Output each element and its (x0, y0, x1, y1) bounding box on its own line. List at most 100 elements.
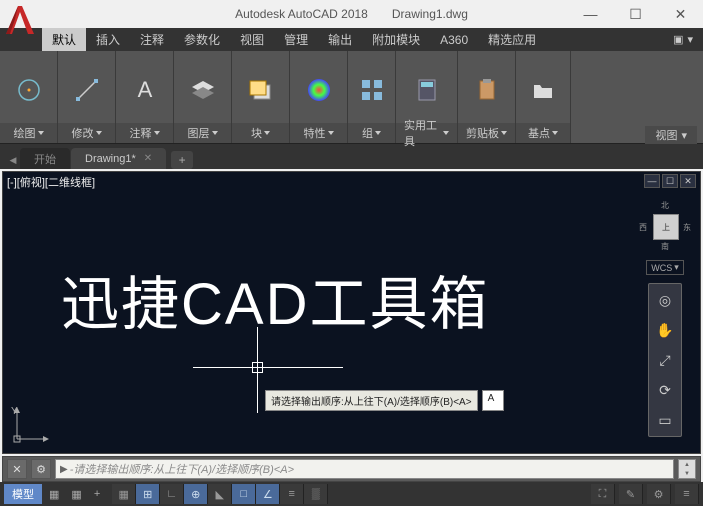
cmd-customize-button[interactable]: ⚙ (31, 459, 51, 479)
chevron-down-icon (552, 131, 558, 135)
ribbon-group-properties[interactable]: 特性 (290, 51, 348, 143)
status-annotation[interactable]: ✎ (619, 484, 643, 504)
chevron-down-icon: ▣ (673, 33, 683, 46)
minimize-button[interactable]: — (568, 0, 613, 28)
close-button[interactable]: ✕ (658, 0, 703, 28)
nav-panel: 北 南 西 东 上 WCS ▾ ◎ ✋ ⤢ ⟳ ▭ (634, 200, 696, 437)
tab-drawing1[interactable]: Drawing1*✕ (71, 148, 166, 169)
chevron-down-icon (501, 131, 507, 135)
showmotion-icon[interactable]: ▭ (653, 408, 677, 432)
layers-icon (188, 75, 218, 105)
view-label[interactable]: [-][俯视][二维线框] (7, 174, 95, 190)
app-title: Autodesk AutoCAD 2018 (235, 7, 368, 21)
toggle-polar[interactable]: ⊕ (184, 484, 208, 504)
layout1-tab[interactable]: ▦ (43, 486, 65, 503)
menu-parametric[interactable]: 参数化 (174, 28, 230, 51)
toggle-grid[interactable]: ▦ (112, 484, 136, 504)
chevron-down-icon (375, 131, 381, 135)
chevron-down-icon (212, 131, 218, 135)
zoom-extents-icon[interactable]: ⤢ (653, 348, 677, 372)
viewport-close[interactable]: ✕ (680, 174, 696, 188)
status-workspace[interactable]: ⚙ (647, 484, 671, 504)
cmd-scroll[interactable]: ▲▼ (678, 459, 696, 479)
block-icon (246, 75, 276, 105)
file-title: Drawing1.dwg (392, 7, 468, 21)
viewport-minimize[interactable]: — (644, 174, 660, 188)
ribbon-label-utilities: 实用工具 (404, 117, 441, 149)
tab-add-button[interactable]: + (171, 151, 193, 169)
ribbon-label-properties: 特性 (304, 125, 326, 141)
ucs-icon[interactable] (11, 405, 51, 445)
ribbon-label-modify: 修改 (72, 125, 94, 141)
toggle-iso[interactable]: ◣ (208, 484, 232, 504)
layout2-tab[interactable]: ▦ (65, 486, 87, 503)
wcs-label[interactable]: WCS ▾ (646, 260, 684, 275)
prompt-input[interactable]: A (482, 390, 504, 411)
layout-add[interactable]: + (88, 486, 106, 502)
ribbon-group-clipboard[interactable]: 剪贴板 (458, 51, 516, 143)
tab-close-icon[interactable]: ✕ (144, 153, 152, 164)
tab-scroll-left[interactable]: ◀ (6, 151, 20, 169)
ribbon-group-draw[interactable]: 绘图 (0, 51, 58, 143)
ribbon-group-layer[interactable]: 图层 (174, 51, 232, 143)
ribbon-label-base: 基点 (528, 125, 550, 141)
app-logo[interactable] (2, 2, 38, 43)
toggle-snap[interactable]: ⊞ (136, 484, 160, 504)
pan-icon[interactable]: ✋ (653, 318, 677, 342)
menu-insert[interactable]: 插入 (86, 28, 130, 51)
ribbon-label-block: 块 (251, 125, 262, 141)
ribbon-label-group: 组 (362, 125, 373, 141)
status-menu[interactable]: ≡ (675, 484, 699, 504)
ribbon-group-utilities[interactable]: 实用工具 (396, 51, 458, 143)
maximize-button[interactable]: ☐ (613, 0, 658, 28)
toggle-lineweight[interactable]: ≡ (280, 484, 304, 504)
steering-wheel-icon[interactable]: ◎ (653, 288, 677, 312)
modify-icon (72, 75, 102, 105)
chevron-down-icon (443, 131, 449, 135)
menu-manage[interactable]: 管理 (274, 28, 318, 51)
status-scale[interactable]: ⛶ (591, 484, 615, 504)
ribbon-group-base[interactable]: 基点 (516, 51, 571, 143)
orbit-icon[interactable]: ⟳ (653, 378, 677, 402)
navigation-bar: ◎ ✋ ⤢ ⟳ ▭ (648, 283, 682, 437)
text-icon: A (130, 75, 160, 105)
menu-output[interactable]: 输出 (318, 28, 362, 51)
prompt-text: 请选择输出顺序:从上往下(A)/选择顺序(B)<A> (265, 390, 478, 411)
folder-icon (530, 77, 556, 103)
toggle-osnap[interactable]: □ (232, 484, 256, 504)
menu-a360[interactable]: A360 (430, 28, 478, 51)
toggle-transparency[interactable]: ▒ (304, 484, 328, 504)
ribbon-group-annotate[interactable]: A 注释 (116, 51, 174, 143)
menu-addons[interactable]: 附加模块 (362, 28, 430, 51)
viewcube[interactable]: 北 南 西 东 上 (639, 200, 691, 252)
model-tab[interactable]: 模型 (4, 484, 42, 504)
ribbon-group-modify[interactable]: 修改 (58, 51, 116, 143)
chevron-down-icon (96, 131, 102, 135)
dynamic-prompt: 请选择输出顺序:从上往下(A)/选择顺序(B)<A> A (265, 390, 504, 411)
viewport-maximize[interactable]: ☐ (662, 174, 678, 188)
ribbon-group-group[interactable]: 组 (348, 51, 396, 143)
titlebar: Autodesk AutoCAD 2018 Drawing1.dwg — ☐ ✕ (0, 0, 703, 28)
ribbon-group-block[interactable]: 块 (232, 51, 290, 143)
drawing-area[interactable]: [-][俯视][二维线框] — ☐ ✕ 迅捷CAD工具箱 请选择输出顺序:从上往… (2, 171, 701, 454)
clipboard-icon (473, 76, 501, 104)
ribbon-view-dropdown[interactable]: 视图 ▾ (645, 126, 697, 144)
menu-collapse[interactable]: ▣▾ (663, 28, 703, 51)
tab-start[interactable]: 开始 (20, 148, 70, 169)
command-input[interactable]: ▶ -请选择输出顺序:从上往下(A)/选择顺序(B)<A> (55, 459, 674, 479)
crosshair-pickbox (252, 362, 263, 373)
group-icon (359, 77, 385, 103)
menubar: 默认 插入 注释 参数化 视图 管理 输出 附加模块 A360 精选应用 ▣▾ (0, 28, 703, 51)
viewcube-face[interactable]: 上 (653, 214, 679, 240)
toggle-otrack[interactable]: ∠ (256, 484, 280, 504)
ribbon-label-annotate: 注释 (130, 125, 152, 141)
menu-view[interactable]: 视图 (230, 28, 274, 51)
cmd-recent-button[interactable]: ✕ (7, 459, 27, 479)
menu-default[interactable]: 默认 (42, 28, 86, 51)
menu-featured[interactable]: 精选应用 (478, 28, 546, 51)
crosshair-horizontal (193, 367, 343, 368)
command-line: ✕ ⚙ ▶ -请选择输出顺序:从上往下(A)/选择顺序(B)<A> ▲▼ (2, 456, 701, 482)
ribbon-label-layer: 图层 (188, 125, 210, 141)
menu-annotate[interactable]: 注释 (130, 28, 174, 51)
toggle-ortho[interactable]: ∟ (160, 484, 184, 504)
